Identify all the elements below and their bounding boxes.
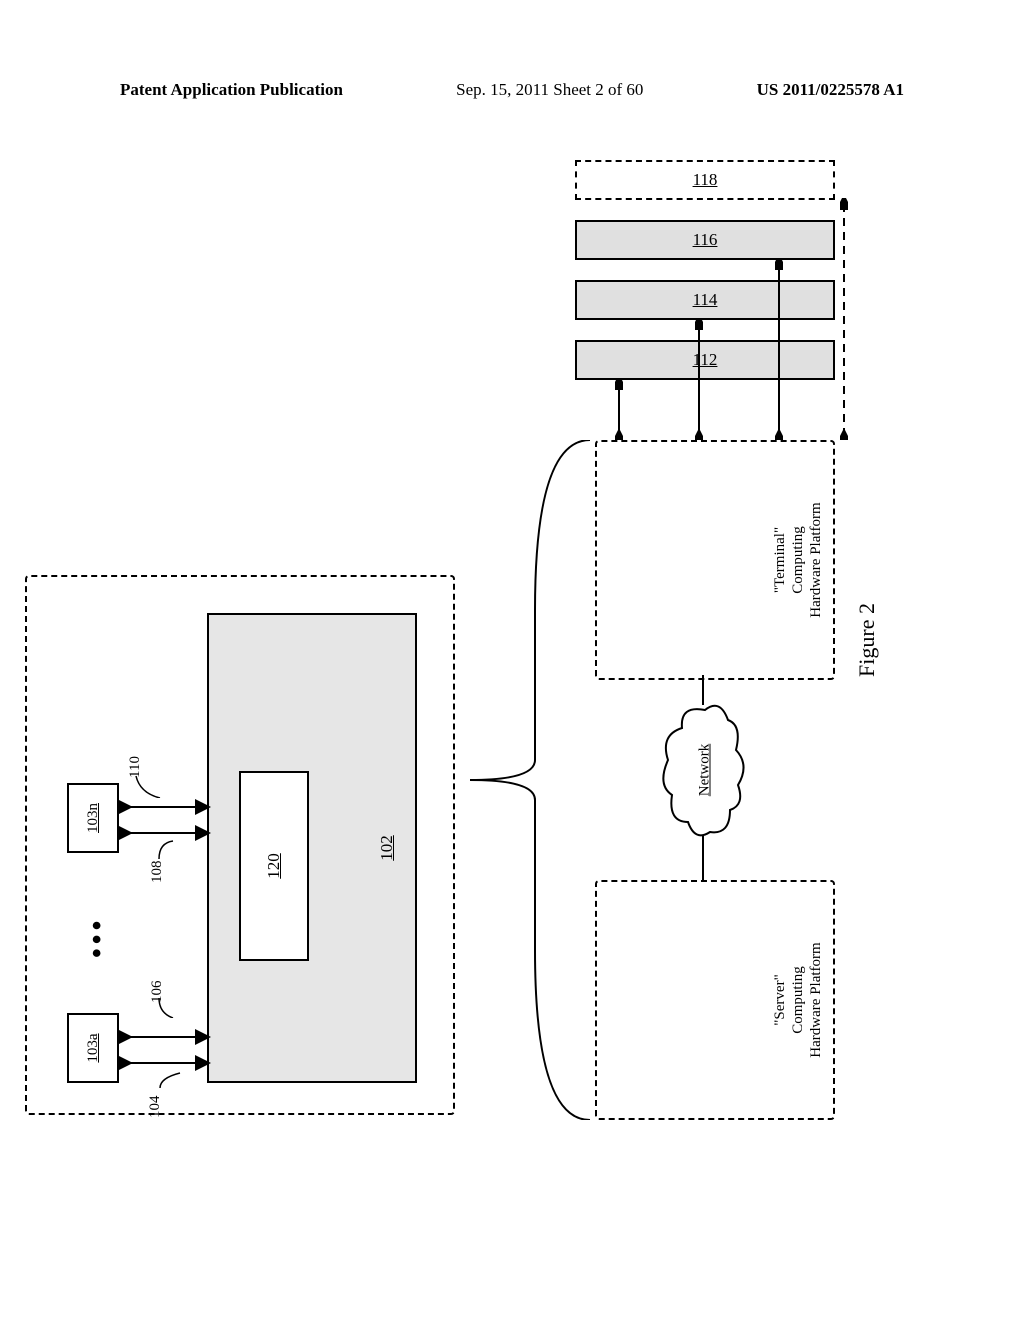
slab-112: 112	[575, 340, 835, 380]
terminal-label: "Terminal" Computing Hardware Platform	[771, 501, 825, 619]
block-102: 102 120	[207, 613, 417, 1083]
arrow-103a-102	[119, 1025, 211, 1075]
network-label: Network	[697, 744, 714, 797]
server-label-text: "Server" Computing Hardware Platform	[771, 941, 825, 1059]
block-120: 120	[239, 771, 309, 961]
slab-114: 114	[575, 280, 835, 320]
ref-108: 108	[149, 861, 166, 884]
header-left: Patent Application Publication	[120, 80, 343, 100]
upper-dashed-container: 103a 103n ••• 104 106 108 110 102 120	[25, 575, 455, 1115]
header-right: US 2011/0225578 A1	[757, 80, 904, 100]
diagram: 103a 103n ••• 104 106 108 110 102 120	[65, 320, 845, 960]
terminal-label-text: "Terminal" Computing Hardware Platform	[771, 501, 825, 619]
arrow-103n-102	[119, 795, 211, 845]
label-102: 102	[377, 835, 397, 861]
line-server-cloud	[700, 835, 706, 880]
box-103a: 103a	[67, 1013, 119, 1083]
arrow-terminal-114	[695, 318, 703, 440]
slab-118-label: 118	[693, 170, 718, 190]
server-platform-box: "Server" Computing Hardware Platform	[595, 880, 835, 1120]
slab-116-label: 116	[693, 230, 718, 250]
server-label: "Server" Computing Hardware Platform	[771, 941, 825, 1059]
page-header: Patent Application Publication Sep. 15, …	[0, 80, 1024, 100]
terminal-platform-box: "Terminal" Computing Hardware Platform	[595, 440, 835, 680]
arrow-terminal-118	[840, 198, 848, 440]
arrow-terminal-112	[615, 378, 623, 440]
network-cloud-icon: Network	[660, 700, 750, 840]
slab-116: 116	[575, 220, 835, 260]
arrow-terminal-116	[775, 258, 783, 440]
slab-114-label: 114	[693, 290, 718, 310]
ref-104: 104	[147, 1096, 164, 1119]
figure-caption: Figure 2	[854, 603, 880, 677]
slab-118: 118	[575, 160, 835, 200]
header-center: Sep. 15, 2011 Sheet 2 of 60	[456, 80, 643, 100]
leadline-106	[155, 993, 175, 1018]
box-103n: 103n	[67, 783, 119, 853]
ellipsis-icon: •••	[82, 917, 114, 958]
lower-row: "Server" Computing Hardware Platform Net…	[565, 320, 845, 960]
